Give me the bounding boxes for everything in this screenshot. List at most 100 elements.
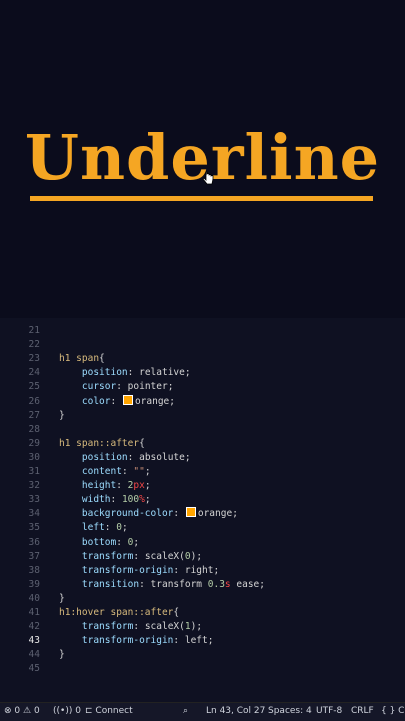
code-line[interactable]: 21 [0, 324, 405, 338]
code-text[interactable]: left: 0; [59, 521, 128, 535]
code-line[interactable]: 45 [0, 662, 405, 676]
connect-button[interactable]: ⊏ Connect [85, 706, 133, 716]
code-text[interactable]: height: 2px; [59, 479, 151, 493]
line-ending-setting[interactable]: CRLF [351, 706, 374, 716]
code-text[interactable]: transition: transform 0.3s ease; [59, 578, 265, 592]
code-line[interactable]: 37 transform: scaleX(0); [0, 550, 405, 564]
code-line[interactable]: 25 cursor: pointer; [0, 380, 405, 394]
code-line[interactable]: 24 position: relative; [0, 366, 405, 380]
preview-pane: Underline [0, 0, 405, 318]
line-number: 25 [28, 381, 40, 393]
code-token: h1:hover span::after [59, 607, 174, 618]
code-text[interactable]: transform-origin: left; [59, 634, 214, 648]
status-bar: ⊗ 0 ⚠ 0 ((•)) 0 ⊏ Connect ⌕ Ln 43, Col 2… [0, 702, 405, 721]
language-mode[interactable]: { } CS [381, 706, 405, 716]
cursor-position[interactable]: Ln 43, Col 27 [206, 706, 265, 716]
color-swatch-icon[interactable] [185, 507, 196, 518]
code-text[interactable]: h1:hover span::after{ [59, 606, 179, 620]
code-text[interactable]: transform-origin: right; [59, 564, 219, 578]
code-token: pointer [127, 381, 168, 393]
code-token: : [127, 367, 140, 379]
code-line[interactable]: 33 width: 100%; [0, 493, 405, 507]
code-line[interactable]: 39 transition: transform 0.3s ease; [0, 578, 405, 592]
code-token: { [99, 353, 105, 365]
code-token: ; [144, 480, 151, 492]
code-line[interactable]: 35 left: 0; [0, 521, 405, 535]
code-text[interactable]: cursor: pointer; [59, 380, 174, 394]
encoding-setting[interactable]: UTF-8 [316, 706, 342, 716]
code-text[interactable]: } [59, 648, 65, 662]
code-text[interactable]: } [59, 409, 65, 423]
line-number: 39 [28, 578, 40, 590]
code-line[interactable]: 29 h1 span::after{ [0, 437, 405, 451]
code-line[interactable]: 30 position: absolute; [0, 451, 405, 465]
code-token: ; [169, 395, 176, 407]
code-line[interactable]: 43 transform-origin: left; [0, 634, 405, 648]
code-token: transform [150, 578, 208, 590]
code-editor[interactable]: 21 22 23 h1 span{24 position: relative; 25 c… [0, 318, 405, 702]
code-token: ; [232, 508, 238, 520]
line-number: 24 [28, 367, 40, 379]
ports-indicator[interactable]: ((•)) 0 [53, 706, 81, 716]
code-token: : [116, 480, 128, 492]
code-token: ; [133, 536, 140, 548]
code-token: ; [144, 494, 151, 506]
code-line[interactable]: 26 color: orange; [0, 394, 405, 409]
code-line[interactable]: 28 [0, 423, 405, 437]
code-token: ; [207, 635, 214, 647]
code-line[interactable]: 34 background-color: orange; [0, 507, 405, 521]
code-text[interactable]: background-color: orange; [59, 507, 238, 521]
code-line[interactable]: 42 transform: scaleX(1); [0, 620, 405, 634]
code-text[interactable]: bottom: 0; [59, 536, 139, 550]
code-line[interactable]: 27} [0, 409, 405, 423]
code-token: ; [144, 466, 151, 477]
code-token: relative [139, 367, 185, 379]
code-token: ; [196, 621, 203, 633]
code-text[interactable]: width: 100%; [59, 493, 151, 507]
line-number: 21 [28, 325, 40, 336]
code-text[interactable]: color: orange; [59, 394, 176, 409]
code-text[interactable]: content: ""; [59, 465, 151, 479]
code-line[interactable]: 23 h1 span{ [0, 352, 405, 366]
code-line[interactable]: 38 transform-origin: right; [0, 564, 405, 578]
code-token: orange [134, 395, 170, 407]
code-line[interactable]: 36 bottom: 0; [0, 536, 405, 550]
code-line[interactable]: 22 [0, 338, 405, 352]
code-token: absolute [139, 451, 185, 463]
indentation-setting[interactable]: Spaces: 4 [268, 706, 312, 716]
code-token: : [133, 621, 145, 633]
code-token: } [59, 649, 65, 661]
color-swatch-icon[interactable] [122, 394, 133, 405]
code-line[interactable]: 32 height: 2px; [0, 479, 405, 493]
code-text[interactable]: h1 span::after{ [59, 437, 145, 451]
code-token: : [139, 578, 151, 590]
code-token: : [110, 494, 122, 506]
code-text[interactable]: transform: scaleX(0); [59, 550, 202, 564]
code-line[interactable]: 31 content: ""; [0, 465, 405, 479]
code-line[interactable]: 44} [0, 648, 405, 662]
code-line[interactable]: 41 h1:hover span::after{ [0, 606, 405, 620]
code-token: 100 [121, 494, 140, 506]
code-text[interactable]: transform: scaleX(1); [59, 620, 202, 634]
code-line[interactable]: 40} [0, 592, 405, 606]
code-text[interactable]: h1 span{ [59, 352, 105, 366]
code-token: background-color [81, 508, 174, 520]
code-token: { [173, 607, 180, 618]
warning-icon: ⚠ [23, 706, 32, 716]
zoom-icon[interactable]: ⌕ [183, 706, 188, 716]
code-text[interactable]: position: relative; [59, 366, 191, 380]
problems-indicator[interactable]: ⊗ 0 ⚠ 0 [4, 706, 40, 716]
line-number: 41 [28, 607, 40, 618]
code-text[interactable]: position: absolute; [59, 451, 191, 465]
code-text[interactable]: } [59, 592, 65, 606]
code-token: width [81, 494, 111, 506]
code-token: orange [197, 508, 233, 520]
